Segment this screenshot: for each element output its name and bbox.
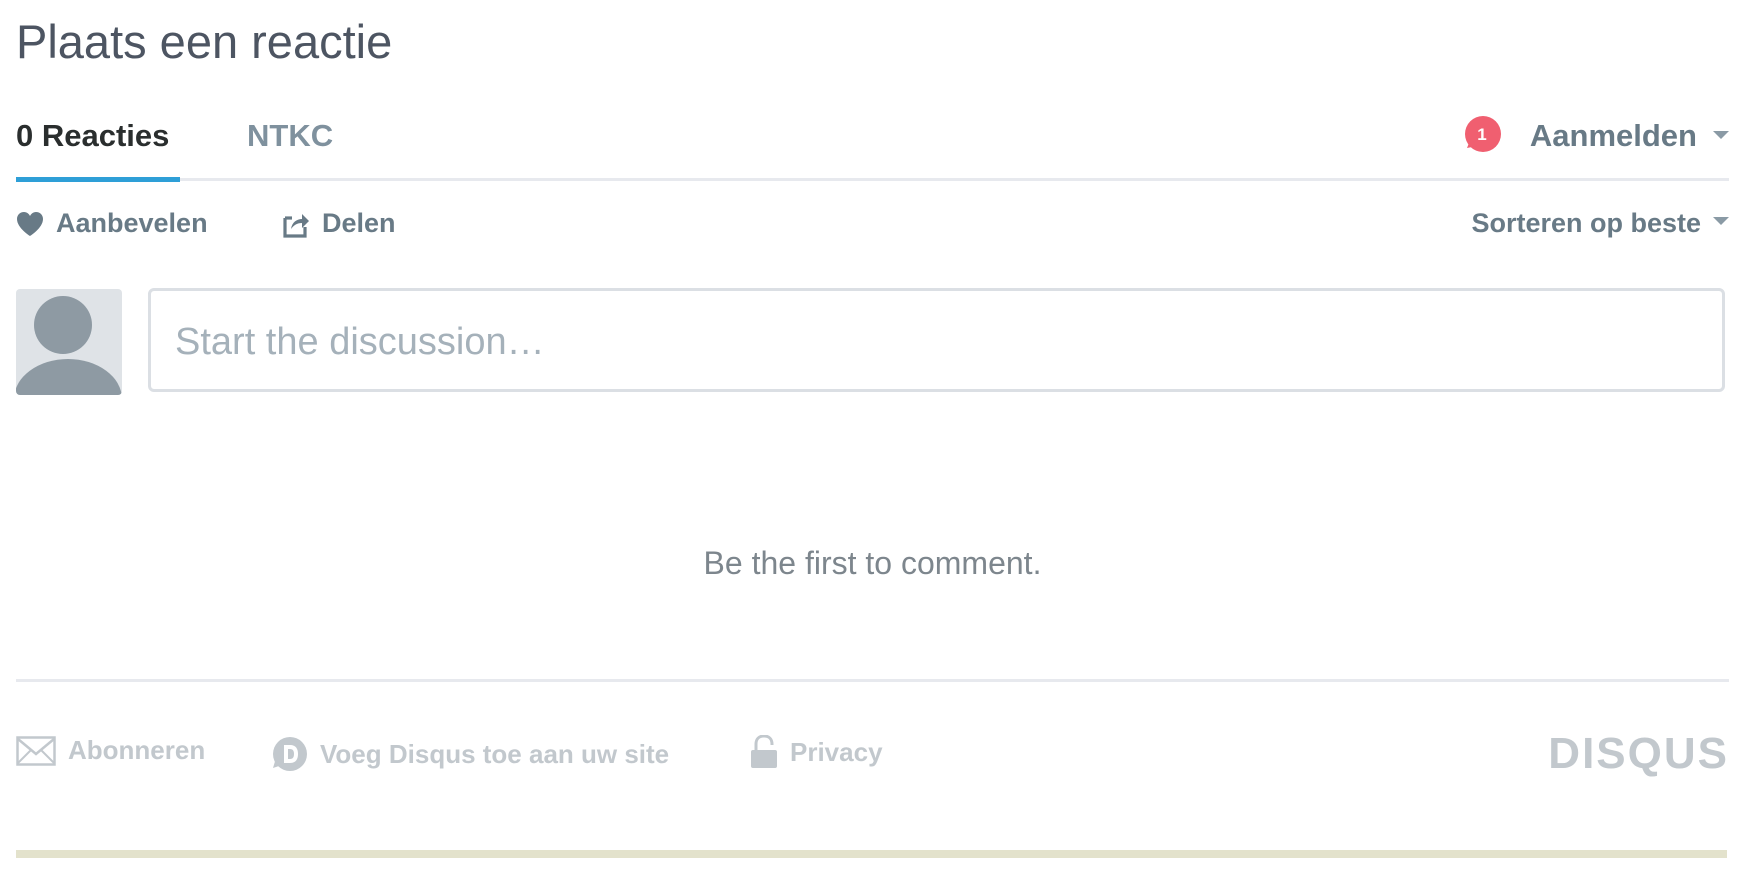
recommend-button[interactable]: Aanbevelen [16, 208, 208, 239]
add-disqus-label: Voeg Disqus toe aan uw site [320, 738, 670, 769]
subscribe-link[interactable]: Abonneren [16, 735, 205, 766]
footer-divider [16, 679, 1729, 682]
disqus-d-icon [270, 735, 308, 773]
notification-count: 1 [1477, 125, 1487, 144]
footer: Abonneren Voeg Disqus toe aan uw site Pr… [16, 729, 1729, 779]
lock-icon [750, 735, 778, 769]
disqus-logo[interactable]: DISQUS [1548, 729, 1729, 779]
tab-bar: 0 Reacties NTKC 1 Aanmelden [16, 98, 1729, 182]
privacy-link[interactable]: Privacy [750, 735, 883, 769]
comment-input-placeholder: Start the discussion… [175, 321, 545, 363]
tab-comments-count[interactable]: 0 Reacties [16, 118, 169, 154]
login-dropdown[interactable]: Aanmelden [1530, 118, 1729, 154]
login-label: Aanmelden [1529, 118, 1697, 153]
chevron-down-icon [1713, 216, 1729, 225]
recommend-label: Aanbevelen [56, 208, 208, 238]
share-button[interactable]: Delen [282, 208, 396, 239]
tabs-divider [16, 178, 1729, 181]
avatar [16, 289, 122, 395]
chevron-down-icon [1713, 130, 1729, 139]
thread-actions: Aanbevelen Delen Sorteren op beste [16, 202, 1729, 246]
mail-icon [16, 735, 56, 766]
sort-dropdown[interactable]: Sorteren op beste [1471, 208, 1729, 239]
subscribe-label: Abonneren [68, 735, 206, 765]
bottom-border [16, 850, 1727, 858]
empty-state-message: Be the first to comment. [703, 545, 1042, 581]
heart-icon [16, 211, 44, 237]
share-label: Delen [322, 208, 396, 238]
share-icon [282, 210, 310, 238]
add-disqus-link[interactable]: Voeg Disqus toe aan uw site [270, 735, 669, 773]
tab-community[interactable]: NTKC [247, 118, 333, 154]
active-tab-indicator [16, 177, 180, 182]
sort-label: Sorteren op beste [1471, 208, 1701, 238]
notification-badge[interactable]: 1 [1461, 114, 1503, 156]
comment-input[interactable]: Start the discussion… [148, 288, 1725, 392]
page-title: Plaats een reactie [16, 15, 393, 68]
avatar-icon [16, 296, 122, 395]
privacy-label: Privacy [790, 736, 883, 767]
